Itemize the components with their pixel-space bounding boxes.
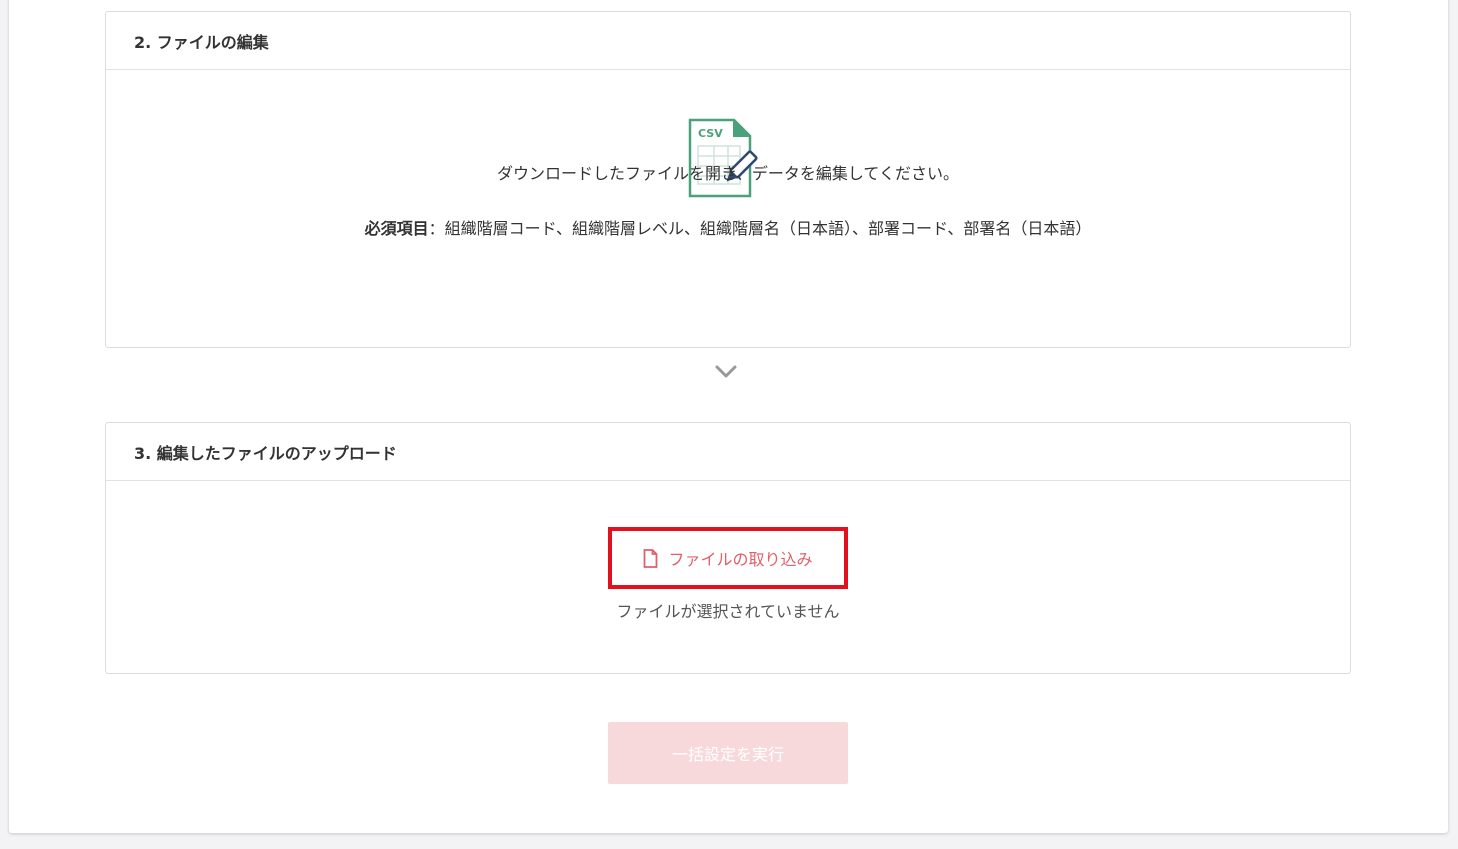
upload-section-title: 3. 編集したファイルのアップロード: [106, 423, 1350, 481]
required-fields-list: ：組織階層コード、組織階層レベル、組織階層名（日本語）、部署コード、部署名（日本…: [428, 219, 1092, 238]
page-card: 2. ファイルの編集 CSV ダウンロードしたファイルを開き、データを編集してく…: [9, 0, 1448, 833]
edit-instructions: ダウンロードしたファイルを開き、データを編集してください。: [497, 164, 959, 183]
edit-file-section: 2. ファイルの編集 CSV ダウンロードしたファイルを開き、データを編集してく…: [105, 11, 1351, 348]
no-file-selected-text: ファイルが選択されていません: [616, 602, 840, 621]
csv-icon-label: CSV: [698, 127, 723, 140]
upload-section: 3. 編集したファイルのアップロード ファイルの取り込み ファイルが選択されてい…: [105, 422, 1351, 674]
csv-edit-icon: CSV: [688, 118, 758, 198]
edit-file-section-title: 2. ファイルの編集: [106, 12, 1350, 70]
import-file-button[interactable]: ファイルの取り込み: [608, 527, 848, 589]
required-fields: 必須項目：組織階層コード、組織階層レベル、組織階層名（日本語）、部署コード、部署…: [106, 215, 1350, 239]
file-icon: [644, 548, 658, 568]
import-file-label: ファイルの取り込み: [668, 550, 813, 569]
import-file-button-content: ファイルの取り込み: [643, 546, 813, 570]
chevron-down-icon: [715, 365, 737, 378]
execute-bulk-settings-button[interactable]: 一括設定を実行: [608, 722, 848, 784]
required-fields-label: 必須項目: [364, 219, 429, 238]
